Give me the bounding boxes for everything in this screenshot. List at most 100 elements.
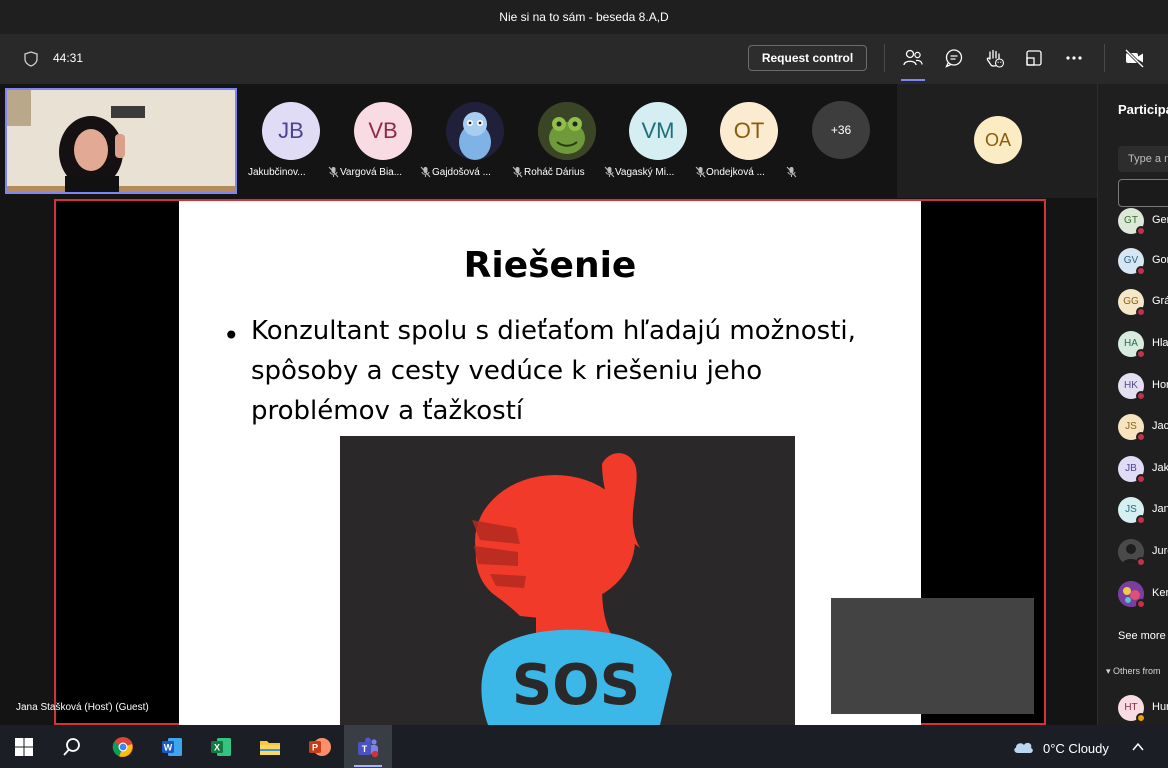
mic-off-icon bbox=[604, 166, 615, 178]
panel-participant-row[interactable]: GV Gor bbox=[1118, 248, 1168, 276]
taskbar-word[interactable]: W bbox=[148, 725, 196, 768]
status-busy-icon bbox=[1136, 515, 1146, 525]
panel-participant-row[interactable]: JS Jan bbox=[1118, 497, 1168, 525]
slide-illustration: SOS bbox=[340, 436, 795, 725]
video-placeholder bbox=[831, 598, 1034, 714]
mic-off-icon bbox=[512, 166, 523, 178]
participant-name: Ker bbox=[1152, 587, 1168, 599]
participant-avatar: VB bbox=[354, 102, 412, 160]
title-bar: Nie si na to sám - beseda 8.A,D bbox=[0, 0, 1168, 34]
taskbar-file-explorer[interactable] bbox=[246, 725, 294, 768]
status-busy-icon bbox=[1136, 599, 1146, 609]
sos-text: SOS bbox=[512, 653, 640, 718]
participant-tile[interactable]: JB Jakubčinov... bbox=[248, 102, 339, 182]
cloud-icon[interactable] bbox=[1012, 738, 1034, 754]
start-icon bbox=[15, 738, 33, 756]
panel-participant-row[interactable]: GG Grá bbox=[1118, 289, 1168, 317]
participant-tile[interactable]: OT Ondejková ... bbox=[706, 102, 797, 182]
presenter-video-frame bbox=[7, 90, 235, 192]
others-section-header[interactable]: ▾ Others from bbox=[1106, 666, 1161, 677]
taskbar-search-button[interactable] bbox=[48, 725, 96, 768]
panel-participant-row[interactable]: HK Hor bbox=[1118, 373, 1168, 401]
status-busy-icon bbox=[1136, 391, 1146, 401]
participant-name: Roháč Dárius bbox=[524, 167, 585, 178]
mic-off-icon bbox=[695, 166, 706, 178]
participant-name: Hun bbox=[1152, 701, 1168, 713]
taskbar-teams[interactable]: T bbox=[344, 725, 392, 768]
excel-icon: X bbox=[211, 738, 231, 756]
room-icon[interactable] bbox=[1023, 47, 1045, 69]
status-busy-icon bbox=[1136, 474, 1146, 484]
see-more-link[interactable]: See more bbox=[1118, 630, 1166, 642]
status-busy-icon bbox=[1136, 349, 1146, 359]
more-icon[interactable] bbox=[1063, 47, 1085, 69]
taskbar-excel[interactable]: X bbox=[197, 725, 245, 768]
slide-bullet-text: Konzultant spolu s dieťaťom hľadajú možn… bbox=[251, 316, 856, 426]
svg-text:W: W bbox=[164, 743, 173, 753]
word-icon: W bbox=[162, 738, 182, 756]
mic-off-icon bbox=[786, 166, 797, 178]
chrome-icon bbox=[112, 737, 133, 757]
participant-avatar-picture bbox=[538, 102, 596, 160]
chevron-up-icon[interactable] bbox=[1131, 740, 1145, 754]
participant-name: Gen bbox=[1152, 214, 1168, 226]
start-button[interactable] bbox=[0, 725, 48, 768]
participant-name: Jakubčinov... bbox=[248, 167, 306, 178]
participant-avatar: VM bbox=[629, 102, 687, 160]
participant-name: Ondejková ... bbox=[706, 167, 765, 178]
panel-participant-row[interactable]: GT Gen bbox=[1118, 208, 1168, 236]
svg-text:X: X bbox=[214, 743, 220, 753]
svg-text:P: P bbox=[312, 743, 318, 753]
presenter-video[interactable] bbox=[5, 88, 237, 194]
shield-icon bbox=[24, 51, 38, 67]
svg-text:T: T bbox=[362, 744, 368, 754]
panel-participant-row[interactable]: Jurc bbox=[1118, 539, 1168, 567]
teams-meeting-window: Nie si na to sám - beseda 8.A,D 44:31 Re… bbox=[0, 0, 1168, 768]
search-icon bbox=[63, 738, 80, 756]
status-busy-icon bbox=[1136, 557, 1146, 567]
participant-name: Vargová Bia... bbox=[340, 167, 403, 178]
toolbar-separator bbox=[884, 44, 885, 72]
meeting-timer: 44:31 bbox=[53, 51, 84, 65]
panel-search-input[interactable]: Type a name bbox=[1118, 146, 1168, 172]
chat-icon[interactable] bbox=[943, 47, 965, 69]
taskbar-powerpoint[interactable]: P bbox=[295, 725, 343, 768]
request-control-button[interactable]: Request control bbox=[748, 45, 867, 71]
participant-tile[interactable]: Roháč Dárius bbox=[524, 102, 615, 182]
bullet-point: • bbox=[223, 319, 240, 352]
people-icon[interactable] bbox=[902, 47, 924, 69]
participant-name: Jacl bbox=[1152, 420, 1168, 432]
panel-participant-row[interactable]: JS Jacl bbox=[1118, 414, 1168, 442]
participant-name: Vagaský Mi... bbox=[615, 167, 675, 178]
panel-participant-row[interactable]: HA Hla bbox=[1118, 331, 1168, 359]
participant-avatar: OT bbox=[720, 102, 778, 160]
slide-title: Riešenie bbox=[463, 245, 637, 286]
participant-avatar-picture bbox=[446, 102, 504, 160]
file-explorer-icon bbox=[260, 741, 280, 755]
participant-tile[interactable]: VM Vagaský Mi... bbox=[615, 102, 706, 182]
mic-off-icon bbox=[328, 166, 339, 178]
panel-participant-row[interactable]: JB Jakı bbox=[1118, 456, 1168, 484]
participant-name: Grá bbox=[1152, 295, 1168, 307]
participant-tile[interactable]: VB Vargová Bia... bbox=[340, 102, 431, 182]
presenter-name-label: Jana Stašková (Hosť) (Guest) bbox=[16, 702, 149, 713]
camera-off-icon[interactable] bbox=[1124, 47, 1146, 69]
taskbar-chrome[interactable] bbox=[99, 725, 147, 768]
chevron-down-icon: ▾ bbox=[1106, 666, 1114, 676]
panel-invite-input[interactable] bbox=[1118, 179, 1168, 207]
raise-hand-icon[interactable] bbox=[983, 47, 1005, 69]
spotlight-avatar: OA bbox=[974, 116, 1022, 164]
cartoon-avatar-image bbox=[446, 102, 504, 160]
participant-name: Jan bbox=[1152, 503, 1168, 515]
participant-avatar: JB bbox=[262, 102, 320, 160]
weather-text[interactable]: 0°C Cloudy bbox=[1043, 741, 1109, 756]
more-participants-button[interactable]: +36 bbox=[812, 101, 870, 159]
meeting-toolbar: 44:31 Request control bbox=[0, 34, 1168, 84]
panel-participant-row[interactable]: HT Hun bbox=[1118, 695, 1168, 723]
participant-tile[interactable]: Gajdošová ... bbox=[432, 102, 523, 182]
frog-avatar-image bbox=[538, 102, 596, 160]
presentation-slide: Riešenie • Konzultant spolu s dieťaťom h… bbox=[179, 201, 921, 725]
panel-participant-row[interactable]: Ker bbox=[1118, 581, 1168, 609]
status-busy-icon bbox=[1136, 432, 1146, 442]
window-title: Nie si na to sám - beseda 8.A,D bbox=[499, 10, 669, 24]
